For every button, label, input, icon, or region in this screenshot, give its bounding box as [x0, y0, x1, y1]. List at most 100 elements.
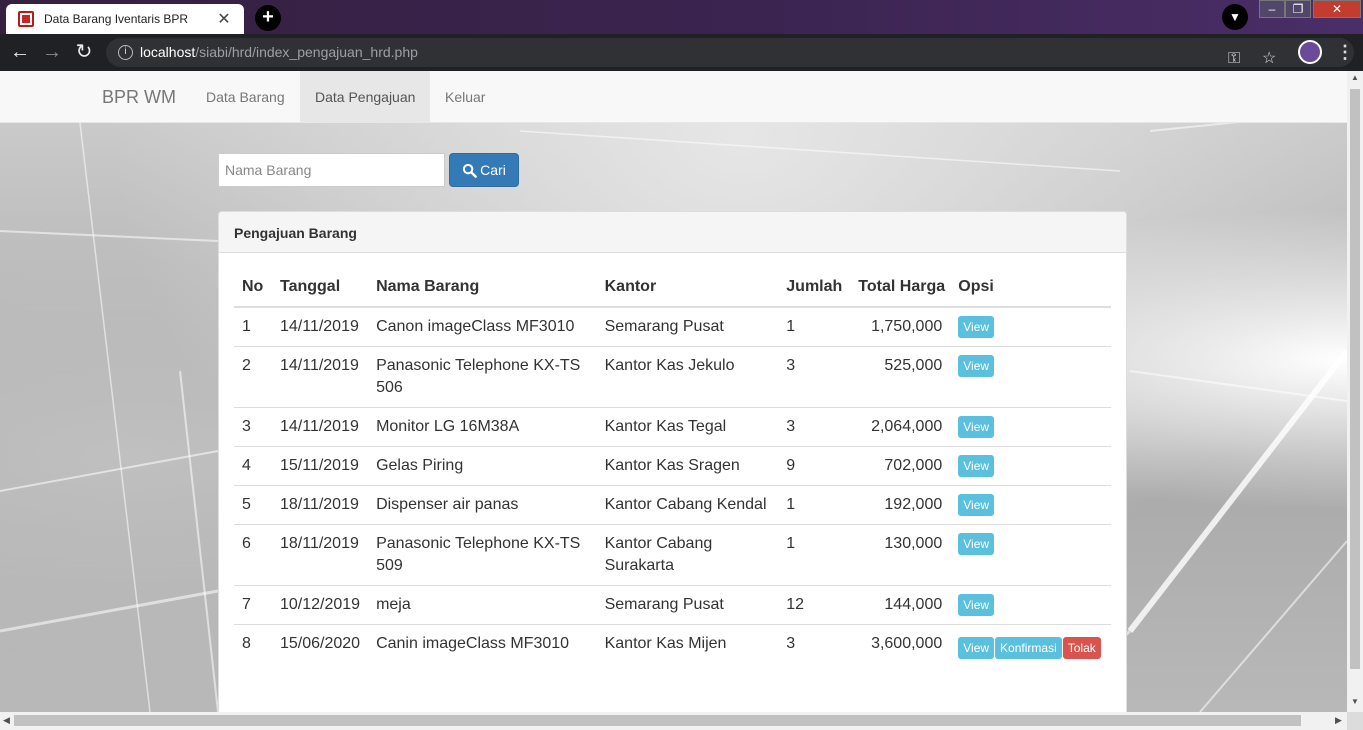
scroll-down-icon[interactable]: ▼	[1351, 697, 1359, 706]
cell-opsi: View Konfirmasi Tolak	[950, 624, 1111, 667]
search-button[interactable]: Cari	[449, 153, 519, 187]
cell-total: 144,000	[850, 585, 951, 625]
browser-tab-inactive[interactable]	[492, 4, 722, 34]
cell-nama: meja	[368, 585, 597, 625]
cell-jumlah: 3	[778, 624, 851, 667]
url-path: /siabi/hrd/index_pengajuan_hrd.php	[195, 44, 418, 60]
horizontal-scroll-thumb[interactable]	[14, 715, 1301, 726]
nav-keluar[interactable]: Keluar	[430, 71, 500, 122]
reload-icon[interactable]: ↻	[73, 42, 95, 62]
scroll-left-icon[interactable]: ◀	[3, 715, 10, 726]
cell-total: 525,000	[850, 346, 951, 408]
cell-total: 2,064,000	[850, 407, 951, 447]
profile-avatar[interactable]	[1298, 40, 1322, 64]
cell-kantor: Kantor Kas Mijen	[596, 624, 779, 667]
cell-kantor: Semarang Pusat	[596, 585, 779, 625]
navbar-brand[interactable]: BPR WM	[102, 87, 176, 108]
horizontal-scrollbar[interactable]: ◀ ▶	[0, 712, 1347, 730]
scrollbar-corner	[1347, 712, 1363, 730]
pengajuan-table: No Tanggal Nama Barang Kantor Jumlah Total Ha…	[234, 268, 1111, 667]
view-button[interactable]: View	[958, 316, 995, 338]
browser-tab-strip: Data Barang Iventaris BPR ✕ + ▼ – ❐ ✕	[0, 0, 1363, 34]
view-button[interactable]: View	[958, 416, 995, 438]
cell-kantor: Kantor Kas Tegal	[596, 407, 779, 447]
forward-icon[interactable]: →	[41, 42, 63, 62]
scroll-up-icon[interactable]: ▲	[1351, 73, 1359, 82]
address-bar: ← → ↻ i localhost/siabi/hrd/index_pengaj…	[0, 34, 1363, 71]
view-button[interactable]: View	[958, 355, 995, 377]
nav-data-barang[interactable]: Data Barang	[191, 71, 300, 122]
panel-title: Pengajuan Barang	[219, 212, 1126, 253]
column-header: Kantor	[596, 268, 779, 308]
scroll-right-icon[interactable]: ▶	[1335, 715, 1342, 726]
cell-tanggal: 10/12/2019	[271, 585, 369, 625]
browser-menu-icon[interactable]: ⋮	[1336, 40, 1354, 64]
table-row: 1 14/11/2019 Canon imageClass MF3010 Semara…	[234, 306, 1111, 347]
cell-opsi: View	[950, 407, 1111, 447]
tab-title: Data Barang Iventaris BPR	[44, 12, 189, 26]
new-tab-button[interactable]: +	[255, 5, 281, 31]
maximize-button[interactable]: ❐	[1285, 0, 1311, 18]
table-row: 7 10/12/2019 meja Semarang Pusat 12 144,000 Vi…	[234, 585, 1111, 625]
table-row: 8 15/06/2020 Canin imageClass MF3010 Kantor…	[234, 624, 1111, 667]
tab-close-icon[interactable]: ✕	[216, 9, 232, 29]
view-button[interactable]: View	[958, 637, 995, 659]
vertical-scroll-thumb[interactable]	[1350, 89, 1360, 669]
cell-kantor: Kantor Kas Sragen	[596, 446, 779, 486]
tolak-button[interactable]: Tolak	[1062, 637, 1101, 659]
search-button-label: Cari	[480, 162, 506, 178]
search-icon	[463, 163, 477, 178]
minimize-button[interactable]: –	[1259, 0, 1285, 18]
cell-nama: Gelas Piring	[368, 446, 597, 486]
cell-tanggal: 15/11/2019	[271, 446, 369, 486]
cell-kantor: Kantor Kas Jekulo	[596, 346, 779, 408]
cell-jumlah: 1	[778, 306, 851, 347]
table-row: 6 18/11/2019 Panasonic Telephone KX-TS 509…	[234, 524, 1111, 586]
pengajuan-panel: Pengajuan Barang No Tanggal Nama Barang Kan…	[218, 211, 1127, 712]
browser-tab-active[interactable]: Data Barang Iventaris BPR ✕	[6, 4, 244, 34]
search-input[interactable]	[218, 153, 445, 187]
cell-no: 5	[234, 485, 272, 525]
cell-tanggal: 15/06/2020	[271, 624, 369, 667]
cell-no: 1	[234, 306, 272, 347]
cell-total: 1,750,000	[850, 306, 951, 347]
konfirmasi-button[interactable]: Konfirmasi	[995, 637, 1062, 659]
column-header: Jumlah	[778, 268, 851, 308]
cell-nama: Panasonic Telephone KX-TS 509	[368, 524, 597, 586]
view-button[interactable]: View	[958, 455, 995, 477]
cell-tanggal: 14/11/2019	[271, 407, 369, 447]
cell-jumlah: 3	[778, 407, 851, 447]
tab-search-icon[interactable]: ▼	[1222, 4, 1248, 30]
site-info-icon[interactable]: i	[118, 45, 133, 60]
cell-jumlah: 3	[778, 346, 851, 408]
browser-tab-inactive[interactable]	[290, 4, 485, 34]
cell-no: 4	[234, 446, 272, 486]
column-header: Total Harga	[850, 268, 951, 308]
top-navbar: BPR WM Data Barang Data Pengajuan Keluar	[0, 71, 1347, 123]
cell-kantor: Kantor Cabang Surakarta	[596, 524, 779, 586]
cell-nama: Monitor LG 16M38A	[368, 407, 597, 447]
table-row: 3 14/11/2019 Monitor LG 16M38A Kantor Kas T…	[234, 407, 1111, 447]
view-button[interactable]: View	[958, 594, 995, 616]
cell-nama: Canin imageClass MF3010	[368, 624, 597, 667]
site-favicon-icon	[18, 11, 34, 27]
table-row: 2 14/11/2019 Panasonic Telephone KX-TS 506…	[234, 346, 1111, 408]
back-icon[interactable]: ←	[9, 42, 31, 62]
cell-no: 3	[234, 407, 272, 447]
table-row: 4 15/11/2019 Gelas Piring Kantor Kas Sragen…	[234, 446, 1111, 486]
view-button[interactable]: View	[958, 533, 995, 555]
nav-data-pengajuan[interactable]: Data Pengajuan	[300, 71, 431, 122]
view-button[interactable]: View	[958, 494, 995, 516]
column-header: Opsi	[950, 268, 1111, 308]
cell-total: 3,600,000	[850, 624, 951, 667]
vertical-scrollbar[interactable]: ▲ ▼	[1347, 71, 1363, 712]
cell-jumlah: 9	[778, 446, 851, 486]
url-input[interactable]: i localhost/siabi/hrd/index_pengajuan_hr…	[106, 38, 1354, 67]
column-header: No	[234, 268, 272, 308]
cell-kantor: Kantor Cabang Kendal	[596, 485, 779, 525]
cell-opsi: View	[950, 446, 1111, 486]
key-icon[interactable]: ⚿	[1228, 44, 1240, 73]
table-row: 5 18/11/2019 Dispenser air panas Kantor Cab…	[234, 485, 1111, 525]
close-window-button[interactable]: ✕	[1313, 0, 1361, 18]
bookmark-star-icon[interactable]: ☆	[1262, 44, 1276, 73]
